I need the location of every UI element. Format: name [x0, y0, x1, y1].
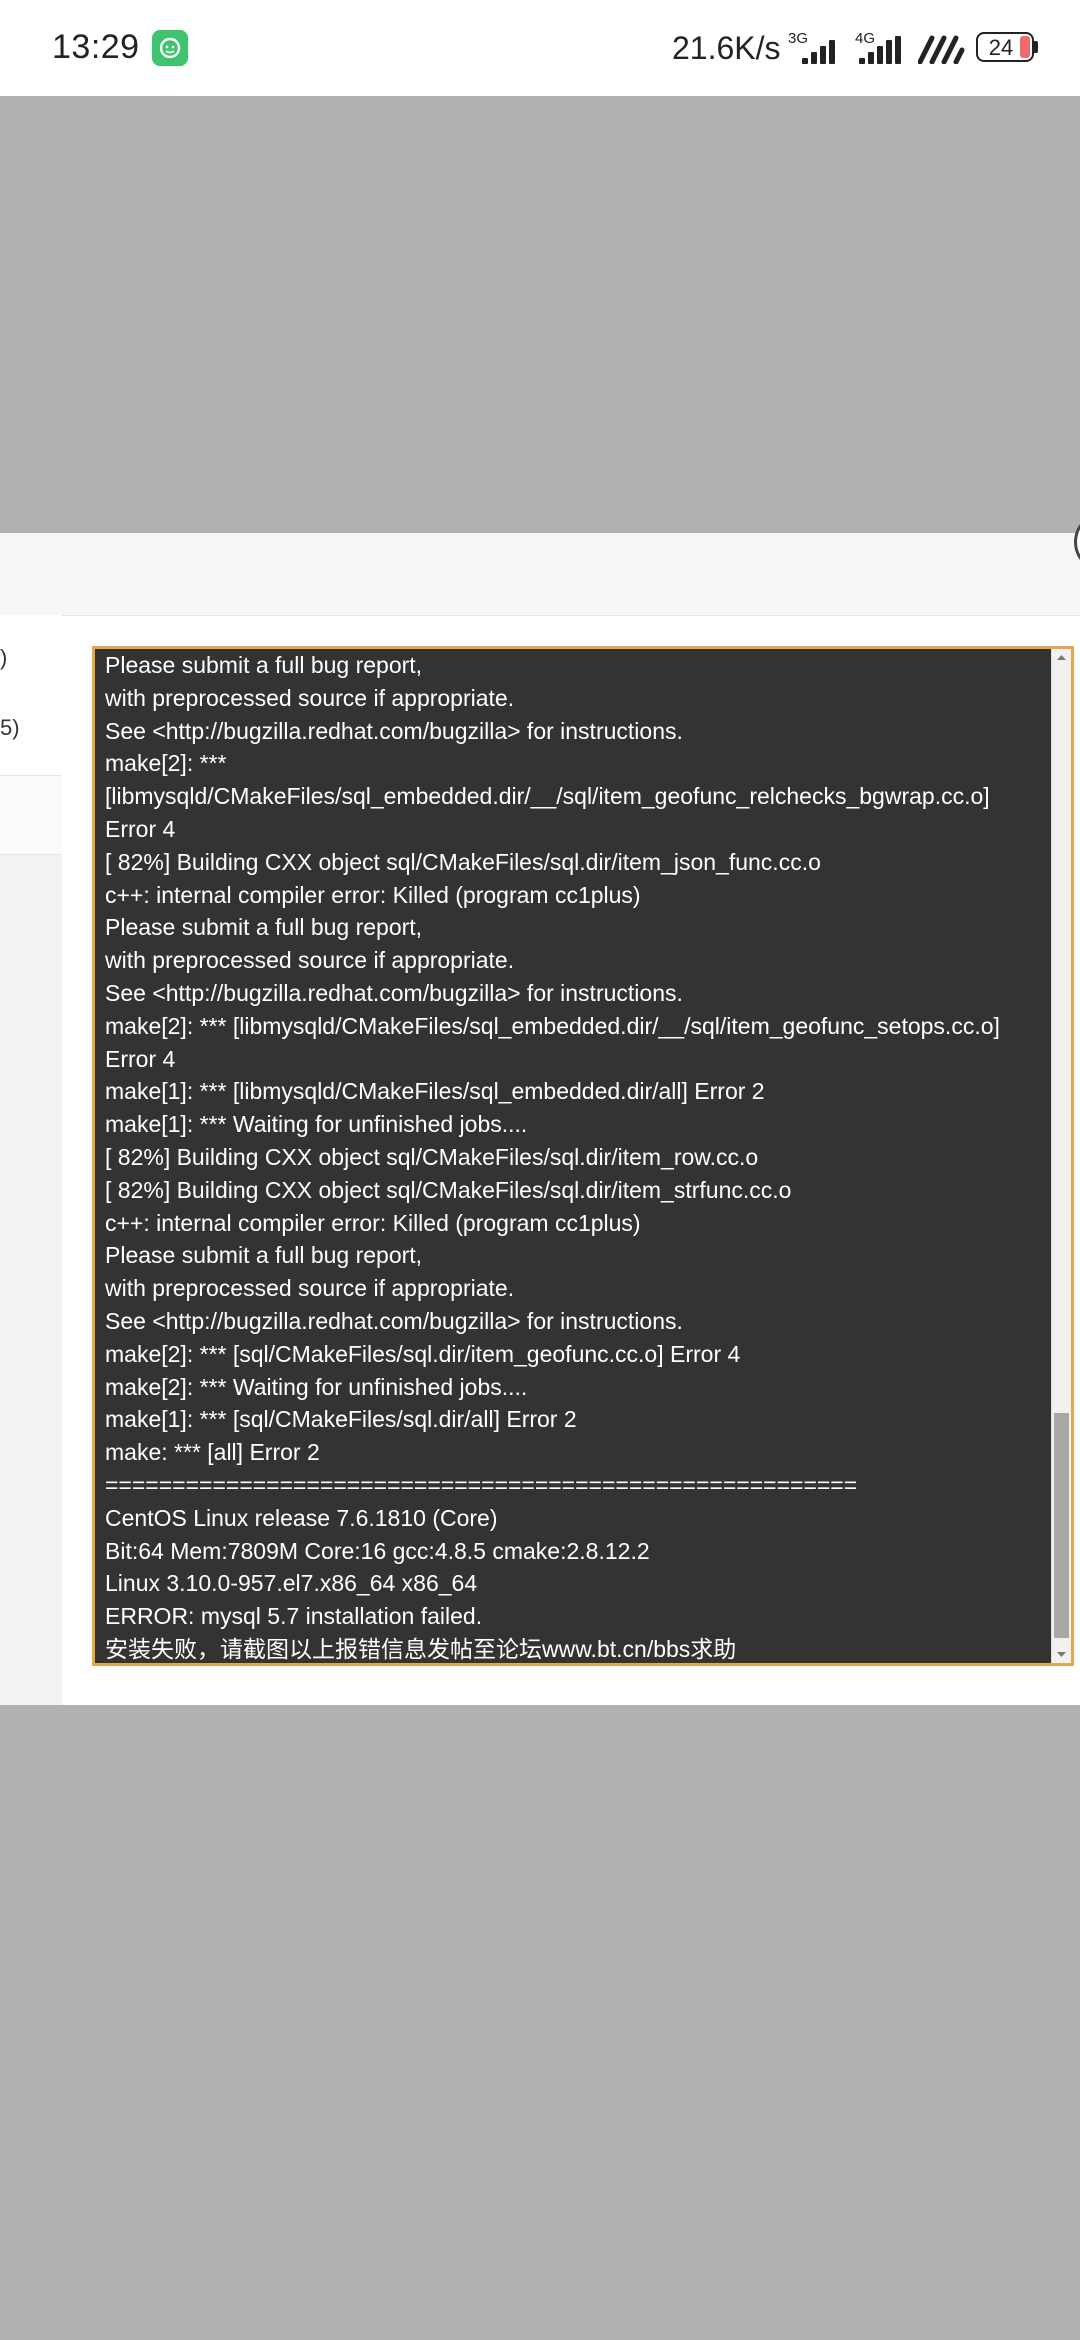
dialog-header	[0, 533, 1080, 616]
log-line: make[1]: *** Waiting for unfinished jobs…	[105, 1111, 528, 1138]
side-fragment-2: 5)	[0, 715, 20, 740]
scroll-up-arrow-icon[interactable]	[1052, 649, 1071, 667]
log-line: ERROR: mysql 5.7 installation failed.	[105, 1603, 483, 1630]
log-line: See <http://bugzilla.redhat.com/bugzilla…	[105, 717, 683, 744]
signal-3g-icon: 3G	[788, 30, 840, 66]
log-line: [ 82%] Building CXX object sql/CMakeFile…	[105, 1176, 792, 1203]
log-line: CentOS Linux release 7.6.1810 (Core)	[105, 1504, 498, 1531]
log-line: Please submit a full bug report,	[105, 1242, 423, 1269]
log-line: c++: internal compiler error: Killed (pr…	[105, 881, 641, 908]
log-line: with preprocessed source if appropriate.	[105, 684, 515, 711]
log-line: make[2]: *** Waiting for unfinished jobs…	[105, 1373, 528, 1400]
log-line: with preprocessed source if appropriate.	[105, 947, 515, 974]
log-line: make[2]: ***	[105, 750, 227, 777]
log-line: Bit:64 Mem:7809M Core:16 gcc:4.8.5 cmake…	[105, 1537, 650, 1564]
scroll-thumb[interactable]	[1054, 1413, 1069, 1638]
log-line: Please submit a full bug report,	[105, 914, 423, 941]
log-line: make[1]: *** [libmysqld/CMakeFiles/sql_e…	[105, 1078, 765, 1105]
log-line: Linux 3.10.0-957.el7.x86_64 x86_64	[105, 1570, 478, 1597]
app-notification-icon	[152, 30, 188, 66]
sim2-generation: 4G	[855, 30, 876, 47]
log-line: make[2]: *** [libmysqld/CMakeFiles/sql_e…	[105, 1012, 1000, 1039]
log-line: [ 82%] Building CXX object sql/CMakeFile…	[105, 1143, 759, 1170]
signal-4g-icon: 4G	[855, 30, 907, 66]
wifi-icon	[917, 34, 968, 65]
battery-icon: 24	[976, 32, 1034, 62]
scroll-down-arrow-icon[interactable]	[1052, 1645, 1071, 1663]
status-bar: 13:29 21.6K/s 3G 4G 24	[0, 0, 1080, 96]
log-line: Please submit a full bug report,	[105, 652, 423, 678]
side-fragment-1: )	[0, 645, 8, 670]
log-line: c++: internal compiler error: Killed (pr…	[105, 1209, 641, 1236]
log-line: Error 4	[105, 815, 176, 842]
side-panel: ) 5)	[0, 615, 62, 1705]
log-line: See <http://bugzilla.redhat.com/bugzilla…	[105, 979, 683, 1006]
battery-level: 24	[988, 35, 1014, 60]
log-line: make[1]: *** [sql/CMakeFiles/sql.dir/all…	[105, 1406, 577, 1433]
log-line: with preprocessed source if appropriate.	[105, 1275, 515, 1302]
log-line: See <http://bugzilla.redhat.com/bugzilla…	[105, 1307, 683, 1334]
sim1-generation: 3G	[788, 30, 809, 47]
log-line: Error 4	[105, 1045, 176, 1072]
log-line: make: *** [all] Error 2	[105, 1439, 320, 1466]
clock: 13:29	[52, 28, 140, 66]
log-line: make[2]: *** [sql/CMakeFiles/sql.dir/ite…	[105, 1340, 741, 1367]
log-console[interactable]: Please submit a full bug report, with pre…	[92, 646, 1074, 1666]
log-line: [libmysqld/CMakeFiles/sql_embedded.dir/_…	[105, 783, 990, 810]
log-output: Please submit a full bug report, with pre…	[105, 649, 1051, 1663]
log-line: ========================================…	[105, 1471, 858, 1498]
scrollbar[interactable]	[1051, 649, 1071, 1663]
network-speed: 21.6K/s	[672, 30, 781, 66]
log-line: 安装失败，请截图以上报错信息发帖至论坛www.bt.cn/bbs求助	[105, 1635, 737, 1662]
log-line: [ 82%] Building CXX object sql/CMakeFile…	[105, 848, 821, 875]
